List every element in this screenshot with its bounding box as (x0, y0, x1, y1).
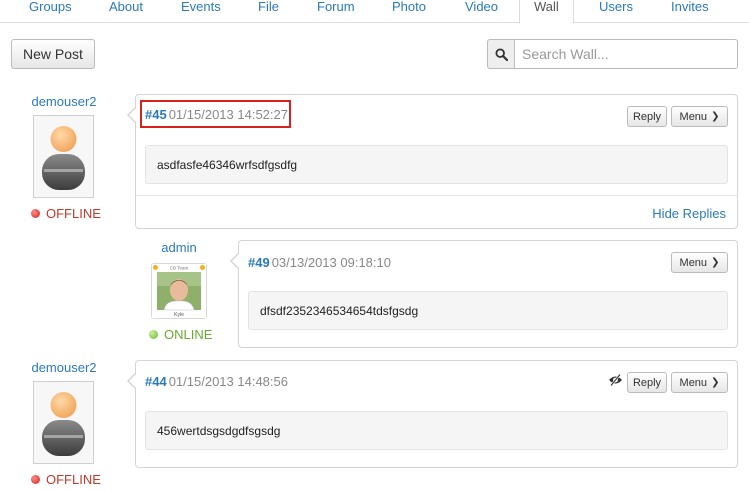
tab-video[interactable]: Video (465, 0, 498, 23)
post-body: 456wertdsgsdgdfsgsdg (145, 411, 728, 450)
chevron-down-icon: ❯ (711, 111, 720, 122)
post-date: 03/13/2013 09:18:10 (271, 255, 391, 270)
author-name-link[interactable]: demouser2 (20, 360, 108, 375)
status-label: OFFLINE (46, 472, 101, 487)
post-id-link[interactable]: #44 (145, 374, 167, 389)
avatar-caption-top: CB Team (170, 266, 189, 271)
post-pointer (230, 252, 240, 270)
post-date: 01/15/2013 14:52:27 (168, 107, 288, 122)
tab-invites[interactable]: Invites (671, 0, 709, 23)
post-card: #44 01/15/2013 14:48:56 Reply Menu ❯ 456we… (127, 360, 738, 468)
status-label: OFFLINE (46, 206, 101, 221)
reply-button[interactable]: Reply (627, 106, 667, 127)
post-header: #49 03/13/2013 09:18:10 (248, 255, 391, 270)
tab-about[interactable]: About (109, 0, 143, 23)
post-card: #49 03/13/2013 09:18:10 Menu ❯ dfsdf235234… (230, 240, 738, 348)
post-pointer (127, 372, 137, 390)
search-input[interactable] (514, 39, 738, 69)
admin-avatar-photo: CB Team Kyle (152, 264, 206, 318)
author-name-link[interactable]: admin (135, 240, 223, 255)
menu-label: Menu (679, 256, 708, 269)
eye-slash-icon[interactable] (608, 373, 623, 389)
offline-dot-icon (31, 475, 40, 484)
post-card: #45 01/15/2013 14:52:27 Reply Menu ❯ asdfa… (127, 94, 738, 229)
menu-button[interactable]: Menu ❯ (671, 372, 728, 393)
tab-users[interactable]: Users (599, 0, 633, 23)
post-footer: Hide Replies (136, 195, 737, 229)
status-indicator: ONLINE (149, 327, 212, 342)
offline-dot-icon (31, 209, 40, 218)
avatar[interactable] (33, 115, 94, 198)
search-bar (487, 39, 738, 69)
post-header: #44 01/15/2013 14:48:56 (145, 374, 288, 389)
chevron-down-icon: ❯ (711, 377, 720, 388)
menu-label: Menu (679, 110, 708, 123)
avatar-caption-bottom: Kyle (174, 312, 184, 318)
tab-events[interactable]: Events (181, 0, 221, 23)
default-avatar-icon (42, 392, 85, 456)
avatar[interactable] (33, 381, 94, 464)
post-id-link[interactable]: #49 (248, 255, 270, 270)
search-button[interactable] (487, 39, 515, 69)
avatar[interactable]: CB Team Kyle (151, 263, 207, 319)
reply-button[interactable]: Reply (627, 372, 667, 393)
online-dot-icon (149, 330, 158, 339)
post-author: admin (135, 240, 223, 255)
tab-bar: Groups About Events File Forum Photo Vid… (0, 0, 749, 24)
status-label: ONLINE (164, 327, 213, 342)
tab-photo[interactable]: Photo (392, 0, 426, 23)
post-date: 01/15/2013 14:48:56 (168, 374, 288, 389)
tab-groups[interactable]: Groups (29, 0, 72, 23)
new-post-button[interactable]: New Post (11, 39, 95, 69)
search-icon (494, 47, 508, 61)
post-id-link[interactable]: #45 (145, 107, 167, 122)
chevron-down-icon: ❯ (711, 257, 720, 268)
menu-button[interactable]: Menu ❯ (671, 106, 728, 127)
default-avatar-icon (42, 126, 85, 190)
post-pointer (127, 106, 137, 124)
tab-file[interactable]: File (258, 0, 279, 23)
tab-wall[interactable]: Wall (519, 0, 574, 24)
post-author: demouser2 (20, 94, 108, 109)
status-indicator: OFFLINE (31, 206, 101, 221)
menu-button[interactable]: Menu ❯ (671, 252, 728, 273)
post-author: demouser2 (20, 360, 108, 375)
author-name-link[interactable]: demouser2 (20, 94, 108, 109)
menu-label: Menu (679, 376, 708, 389)
status-indicator: OFFLINE (31, 472, 101, 487)
tab-forum[interactable]: Forum (317, 0, 355, 23)
post-header: #45 01/15/2013 14:52:27 (145, 107, 288, 122)
post-body: dfsdf2352346534654tdsfgsdg (248, 291, 728, 330)
hide-replies-link[interactable]: Hide Replies (652, 206, 726, 221)
post-body: asdfasfe46346wrfsdfgsdfg (145, 145, 728, 184)
